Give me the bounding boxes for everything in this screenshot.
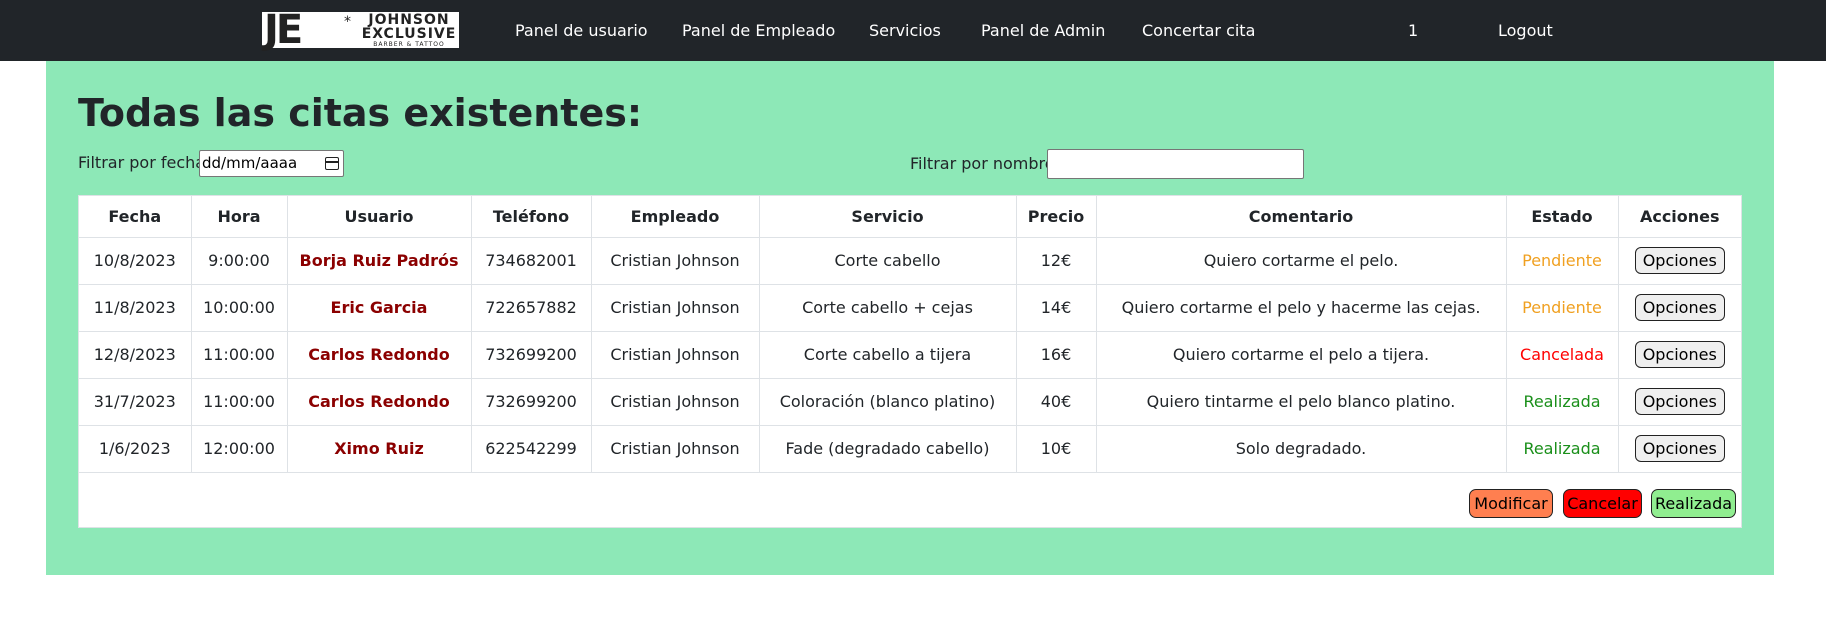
calendar-icon[interactable] [325, 157, 339, 170]
status-badge: Cancelada [1505, 330, 1619, 379]
cell-telefono: 622542299 [470, 424, 592, 473]
logo-star: * [344, 14, 351, 30]
cell-fecha: 31/7/2023 [79, 377, 192, 426]
table-row[interactable]: 11/8/2023 10:00:00 Eric Garcia 722657882… [79, 283, 1741, 332]
realizada-button[interactable]: Realizada [1651, 489, 1736, 518]
cell-fecha: 10/8/2023 [79, 236, 192, 285]
cell-precio: 40€ [1015, 377, 1097, 426]
header-fecha: Fecha [79, 196, 192, 238]
opciones-button[interactable]: Opciones [1634, 341, 1725, 368]
cell-servicio: Coloración (blanco platino) [758, 377, 1017, 426]
cell-usuario: Ximo Ruiz [286, 424, 472, 473]
cell-precio: 10€ [1015, 424, 1097, 473]
filter-name-label: Filtrar por nombre: [910, 154, 1060, 173]
header-acciones: Acciones [1617, 196, 1741, 238]
table-row[interactable]: 12/8/2023 11:00:00 Carlos Redondo 732699… [79, 330, 1741, 379]
status-badge: Realizada [1505, 377, 1619, 426]
opciones-button[interactable]: Opciones [1634, 435, 1725, 462]
header-hora: Hora [190, 196, 288, 238]
cell-acciones: Opciones [1617, 236, 1741, 285]
status-badge: Realizada [1505, 424, 1619, 473]
header-empleado: Empleado [590, 196, 760, 238]
cell-telefono: 732699200 [470, 377, 592, 426]
table-row[interactable]: 1/6/2023 12:00:00 Ximo Ruiz 622542299 Cr… [79, 424, 1741, 473]
cell-hora: 11:00:00 [190, 330, 288, 379]
cell-precio: 12€ [1015, 236, 1097, 285]
logo-line-3: BARBER & TATTOO [373, 41, 445, 48]
page-title: Todas las citas existentes: [78, 91, 643, 135]
cell-hora: 9:00:00 [190, 236, 288, 285]
opciones-button[interactable]: Opciones [1634, 294, 1725, 321]
cell-hora: 10:00:00 [190, 283, 288, 332]
cell-usuario: Carlos Redondo [286, 330, 472, 379]
opciones-button[interactable]: Opciones [1634, 388, 1725, 415]
status-badge: Pendiente [1505, 283, 1619, 332]
cell-precio: 14€ [1015, 283, 1097, 332]
header-precio: Precio [1015, 196, 1097, 238]
cell-usuario: Eric Garcia [286, 283, 472, 332]
cell-servicio: Corte cabello + cejas [758, 283, 1017, 332]
cell-servicio: Corte cabello a tijera [758, 330, 1017, 379]
logo-line-1: JOHNSON [368, 12, 450, 28]
filter-date-label: Filtrar por fecha: [78, 153, 211, 172]
cell-acciones: Opciones [1617, 424, 1741, 473]
cell-usuario: Borja Ruiz Padrós [286, 236, 472, 285]
nav-logout[interactable]: Logout [1498, 0, 1553, 61]
appointments-table: Fecha Hora Usuario Teléfono Empleado Ser… [79, 196, 1741, 473]
cell-fecha: 1/6/2023 [79, 424, 192, 473]
header-estado: Estado [1505, 196, 1619, 238]
logo-line-2: EXCLUSIVE [361, 26, 457, 42]
header-comentario: Comentario [1095, 196, 1507, 238]
cancelar-button[interactable]: Cancelar [1563, 489, 1642, 518]
cell-acciones: Opciones [1617, 283, 1741, 332]
cell-comentario: Quiero cortarme el pelo. [1095, 236, 1507, 285]
cell-hora: 11:00:00 [190, 377, 288, 426]
nav-link-servicios[interactable]: Servicios [869, 0, 941, 61]
appointments-table-card: Fecha Hora Usuario Teléfono Empleado Ser… [78, 195, 1742, 528]
nav-link-concertar-cita[interactable]: Concertar cita [1142, 0, 1255, 61]
cell-servicio: Fade (degradado cabello) [758, 424, 1017, 473]
cell-empleado: Cristian Johnson [590, 283, 760, 332]
cell-telefono: 732699200 [470, 330, 592, 379]
nav-link-panel-usuario[interactable]: Panel de usuario [515, 0, 648, 61]
filter-date-input[interactable]: dd/mm/aaaa [199, 150, 344, 177]
table-row[interactable]: 31/7/2023 11:00:00 Carlos Redondo 732699… [79, 377, 1741, 426]
cell-servicio: Corte cabello [758, 236, 1017, 285]
cell-empleado: Cristian Johnson [590, 424, 760, 473]
filter-date-value: dd/mm/aaaa [202, 154, 298, 172]
cell-comentario: Solo degradado. [1095, 424, 1507, 473]
modificar-button[interactable]: Modificar [1469, 489, 1553, 518]
cell-empleado: Cristian Johnson [590, 377, 760, 426]
cell-acciones: Opciones [1617, 330, 1741, 379]
cell-empleado: Cristian Johnson [590, 330, 760, 379]
brand-logo[interactable]: JE * JOHNSON EXCLUSIVE BARBER & TATTOO [262, 7, 459, 53]
header-telefono: Teléfono [470, 196, 592, 238]
cell-usuario: Carlos Redondo [286, 377, 472, 426]
nav-user-id[interactable]: 1 [1408, 0, 1418, 61]
cell-acciones: Opciones [1617, 377, 1741, 426]
cell-telefono: 734682001 [470, 236, 592, 285]
cell-telefono: 722657882 [470, 283, 592, 332]
nav-link-panel-empleado[interactable]: Panel de Empleado [682, 0, 835, 61]
header-servicio: Servicio [758, 196, 1017, 238]
logo-text: JOHNSON EXCLUSIVE BARBER & TATTOO [361, 13, 457, 48]
cell-fecha: 11/8/2023 [79, 283, 192, 332]
cell-hora: 12:00:00 [190, 424, 288, 473]
cell-fecha: 12/8/2023 [79, 330, 192, 379]
opciones-button[interactable]: Opciones [1634, 247, 1725, 274]
header-usuario: Usuario [286, 196, 472, 238]
main-panel: Todas las citas existentes: Filtrar por … [46, 61, 1774, 575]
status-badge: Pendiente [1505, 236, 1619, 285]
cell-comentario: Quiero cortarme el pelo a tijera. [1095, 330, 1507, 379]
nav-link-panel-admin[interactable]: Panel de Admin [981, 0, 1105, 61]
cell-empleado: Cristian Johnson [590, 236, 760, 285]
logo-mark: JE [264, 7, 303, 53]
cell-precio: 16€ [1015, 330, 1097, 379]
table-header-row: Fecha Hora Usuario Teléfono Empleado Ser… [79, 196, 1741, 238]
cell-comentario: Quiero tintarme el pelo blanco platino. [1095, 377, 1507, 426]
table-row[interactable]: 10/8/2023 9:00:00 Borja Ruiz Padrós 7346… [79, 236, 1741, 285]
filter-name-input[interactable] [1047, 149, 1304, 179]
cell-comentario: Quiero cortarme el pelo y hacerme las ce… [1095, 283, 1507, 332]
navbar: JE * JOHNSON EXCLUSIVE BARBER & TATTOO P… [0, 0, 1826, 61]
